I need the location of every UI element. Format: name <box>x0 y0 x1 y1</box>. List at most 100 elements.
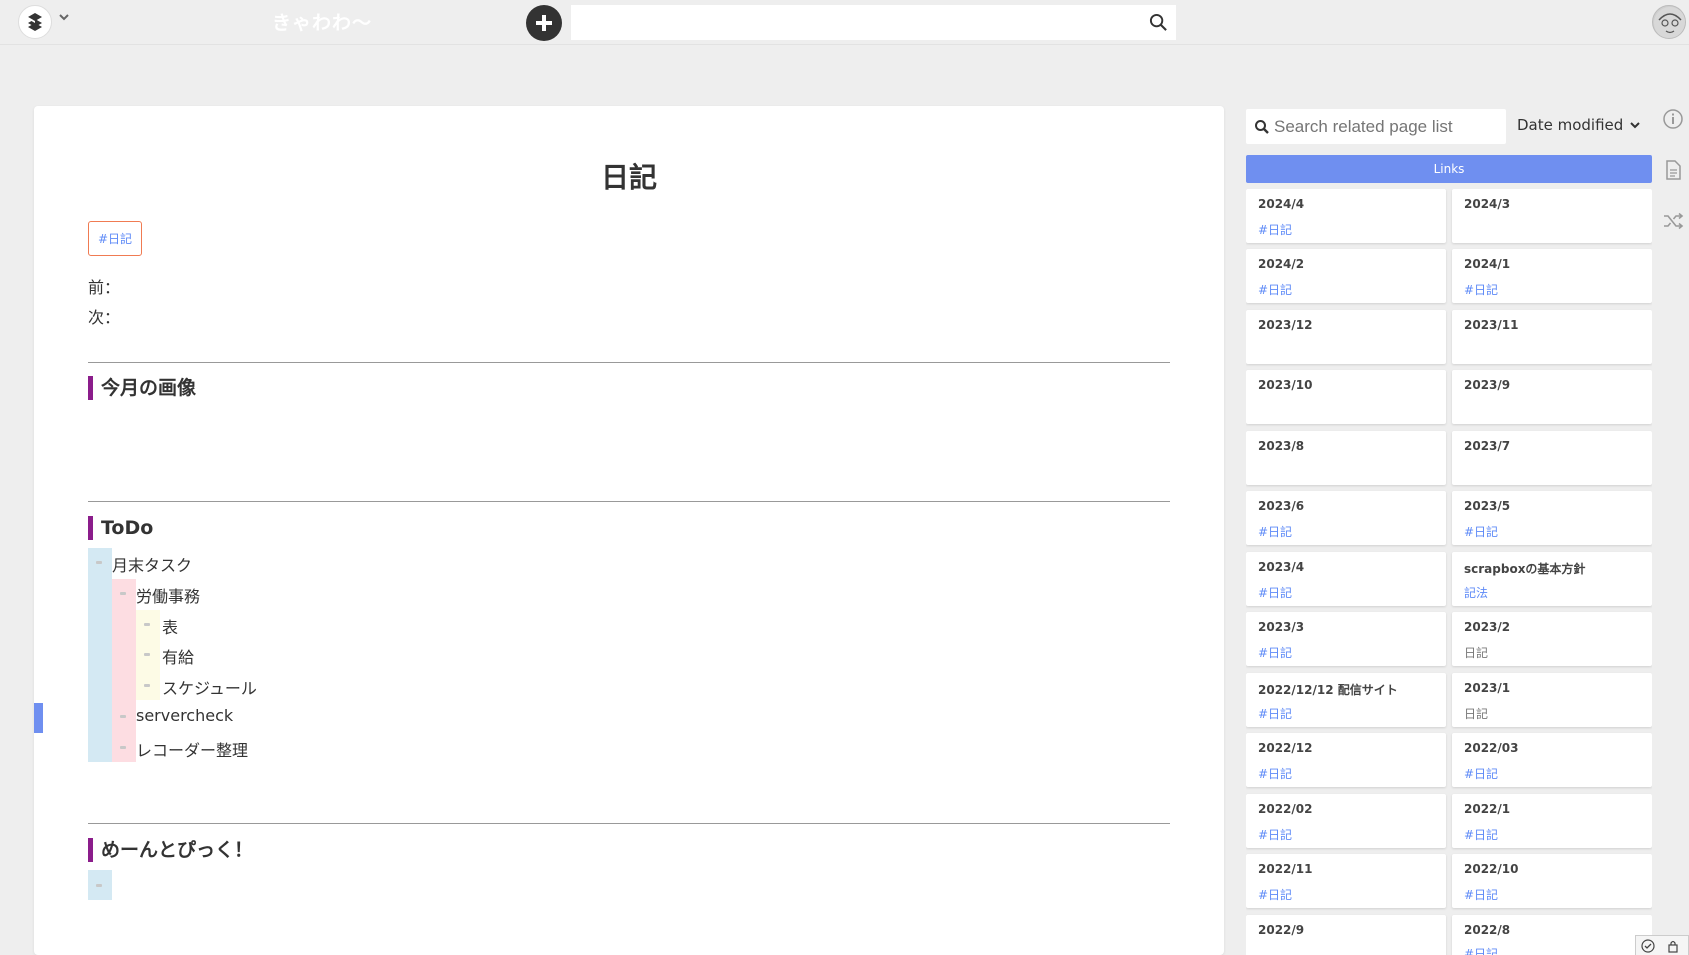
line-cursor-marker <box>34 703 43 733</box>
related-card[interactable]: 2022/1 #日記 <box>1452 794 1652 848</box>
page-editor[interactable]: 日記 #日記 前： 次： 今月の画像 ToDo 月末タスク 労働事務 表 有給 … <box>34 106 1224 955</box>
card-desc: #日記 <box>1258 525 1293 539</box>
related-card[interactable]: 2023/2 日記 <box>1452 612 1652 666</box>
section-heading-mention[interactable]: めーんとぴっく！ <box>88 838 253 862</box>
card-title: 2022/03 <box>1464 741 1519 755</box>
card-desc: #日記 <box>1258 646 1293 660</box>
related-search-form <box>1246 109 1506 144</box>
todo-item[interactable]: スケジュール <box>162 675 257 699</box>
card-desc: #日記 <box>1258 586 1293 600</box>
todo-item[interactable]: 表 <box>162 614 178 638</box>
todo-item[interactable]: 月末タスク <box>112 552 192 576</box>
related-card[interactable]: 2023/7 <box>1452 431 1652 485</box>
related-card[interactable]: scrapboxの基本方針 記法 <box>1452 552 1652 606</box>
card-desc: #日記 <box>1258 767 1293 781</box>
search-input[interactable] <box>579 5 1139 40</box>
sort-label: Date modified <box>1517 116 1624 134</box>
related-card[interactable]: 2022/10 #日記 <box>1452 854 1652 908</box>
bullet-icon <box>96 884 102 887</box>
related-card[interactable]: 2023/1 日記 <box>1452 673 1652 727</box>
todo-item[interactable]: 労働事務 <box>136 583 200 607</box>
user-avatar[interactable] <box>1652 5 1686 39</box>
todo-item[interactable]: レコーダー整理 <box>136 737 248 761</box>
card-title: 2022/8 <box>1464 923 1511 937</box>
shuffle-icon[interactable] <box>1662 210 1684 232</box>
related-card[interactable]: 2023/12 <box>1246 310 1446 364</box>
related-card[interactable]: 2023/9 <box>1452 370 1652 424</box>
related-card[interactable]: 2024/4 #日記 <box>1246 189 1446 243</box>
prev-line[interactable]: 前： <box>88 274 120 298</box>
card-desc: #日記 <box>1258 283 1293 297</box>
related-card[interactable]: 2022/12 #日記 <box>1246 733 1446 787</box>
links-header: Links <box>1246 155 1652 183</box>
related-card[interactable]: 2023/11 <box>1452 310 1652 364</box>
card-title: 2024/1 <box>1464 257 1511 271</box>
bullet-icon <box>120 715 126 718</box>
related-card[interactable]: 2022/03 #日記 <box>1452 733 1652 787</box>
related-card[interactable]: 2023/6 #日記 <box>1246 491 1446 545</box>
related-card[interactable]: 2023/10 <box>1246 370 1446 424</box>
card-desc: #日記 <box>1258 888 1293 902</box>
bullet-icon <box>144 653 150 656</box>
related-card[interactable]: 2024/3 <box>1452 189 1652 243</box>
card-title: 2023/11 <box>1464 318 1519 332</box>
card-title: 2023/9 <box>1464 378 1511 392</box>
card-desc: 記法 <box>1464 586 1489 600</box>
next-line[interactable]: 次： <box>88 304 120 328</box>
card-title: 2022/1 <box>1464 802 1511 816</box>
check-circle-icon <box>1641 939 1655 953</box>
related-card[interactable]: 2023/8 <box>1246 431 1446 485</box>
related-card[interactable]: 2022/02 #日記 <box>1246 794 1446 848</box>
search-icon[interactable] <box>1149 13 1168 36</box>
new-page-plus-icon[interactable] <box>526 5 562 41</box>
card-desc: 日記 <box>1464 707 1489 721</box>
related-card[interactable]: 2023/4 #日記 <box>1246 552 1446 606</box>
related-card[interactable]: 2022/8 #日記 <box>1452 915 1652 955</box>
info-icon[interactable] <box>1662 108 1684 130</box>
bullet-icon <box>96 561 102 564</box>
scrapbox-logo-icon[interactable] <box>18 5 52 39</box>
card-title: 2022/12 <box>1258 741 1313 755</box>
related-card[interactable]: 2024/2 #日記 <box>1246 249 1446 303</box>
card-title: 2023/10 <box>1258 378 1313 392</box>
card-title: 2023/5 <box>1464 499 1511 513</box>
card-title: 2022/9 <box>1258 923 1305 937</box>
tag-link[interactable]: #日記 <box>88 221 143 256</box>
lock-icon[interactable] <box>1666 939 1680 953</box>
related-card[interactable]: 2022/12/12 配信サイト #日記 <box>1246 673 1446 727</box>
card-desc: 日記 <box>1464 646 1489 660</box>
related-card[interactable]: 2023/5 #日記 <box>1452 491 1652 545</box>
card-title: 2023/8 <box>1258 439 1305 453</box>
divider <box>88 362 1170 363</box>
page-title[interactable]: 日記 <box>34 156 1224 196</box>
related-search-input[interactable] <box>1274 109 1500 144</box>
related-card[interactable]: 2024/1 #日記 <box>1452 249 1652 303</box>
document-icon[interactable] <box>1662 159 1684 181</box>
top-navbar: きゃわわ〜 <box>0 0 1689 45</box>
indent-guide-level2 <box>112 579 136 762</box>
todo-item[interactable]: 有給 <box>162 644 194 668</box>
status-bar <box>1635 935 1689 955</box>
indent-guide-level1 <box>88 548 112 762</box>
card-title: scrapboxの基本方針 <box>1464 562 1586 576</box>
related-cards-grid: 2024/4 #日記 2024/3 2024/2 #日記 2024/1 #日記 … <box>1246 189 1652 955</box>
card-desc: #日記 <box>1464 828 1499 842</box>
card-title: 2023/6 <box>1258 499 1305 513</box>
card-desc: #日記 <box>1464 888 1499 902</box>
chevron-down-icon <box>1630 122 1641 129</box>
project-title[interactable]: きゃわわ〜 <box>272 8 372 35</box>
sort-dropdown[interactable]: Date modified <box>1517 116 1641 134</box>
related-card[interactable]: 2022/9 <box>1246 915 1446 955</box>
section-heading-todo[interactable]: ToDo <box>88 516 153 540</box>
todo-item[interactable]: servercheck <box>136 706 233 725</box>
bullet-icon <box>144 623 150 626</box>
search-icon <box>1254 119 1270 139</box>
related-card[interactable]: 2023/3 #日記 <box>1246 612 1446 666</box>
related-card[interactable]: 2022/11 #日記 <box>1246 854 1446 908</box>
card-title: 2023/3 <box>1258 620 1305 634</box>
search-form <box>571 5 1176 40</box>
card-title: 2023/2 <box>1464 620 1511 634</box>
section-heading-images[interactable]: 今月の画像 <box>88 376 196 400</box>
card-desc: #日記 <box>1464 283 1499 297</box>
project-menu-chevron-down-icon[interactable] <box>58 11 70 26</box>
